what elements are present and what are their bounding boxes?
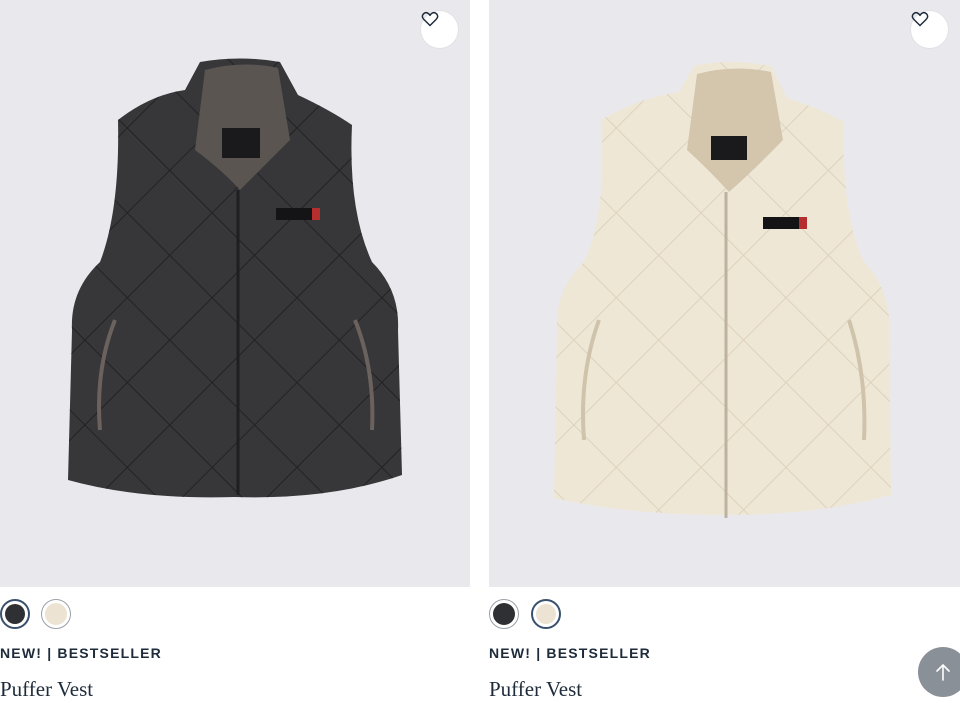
heart-icon <box>911 11 929 27</box>
wishlist-button[interactable] <box>421 11 458 48</box>
product-image[interactable] <box>0 0 470 587</box>
heart-icon <box>421 11 439 27</box>
cream-puffer-vest-image <box>554 62 891 518</box>
product-name[interactable]: Puffer Vest <box>0 677 93 702</box>
swatch-cream[interactable] <box>531 599 561 629</box>
product-name[interactable]: Puffer Vest <box>489 677 582 702</box>
swatch-black[interactable] <box>0 599 30 629</box>
swatch-black[interactable] <box>489 599 519 629</box>
product-card[interactable]: NEW! | BESTSELLER Puffer Vest <box>0 0 470 703</box>
back-to-top-button[interactable] <box>918 647 960 697</box>
black-puffer-vest-image <box>68 58 402 498</box>
product-image[interactable] <box>489 0 960 587</box>
wishlist-button[interactable] <box>911 11 948 48</box>
arrow-up-icon <box>936 663 950 681</box>
product-badge: NEW! | BESTSELLER <box>489 645 651 661</box>
product-card[interactable]: NEW! | BESTSELLER Puffer Vest <box>489 0 960 703</box>
product-badge: NEW! | BESTSELLER <box>0 645 162 661</box>
swatch-cream[interactable] <box>41 599 71 629</box>
